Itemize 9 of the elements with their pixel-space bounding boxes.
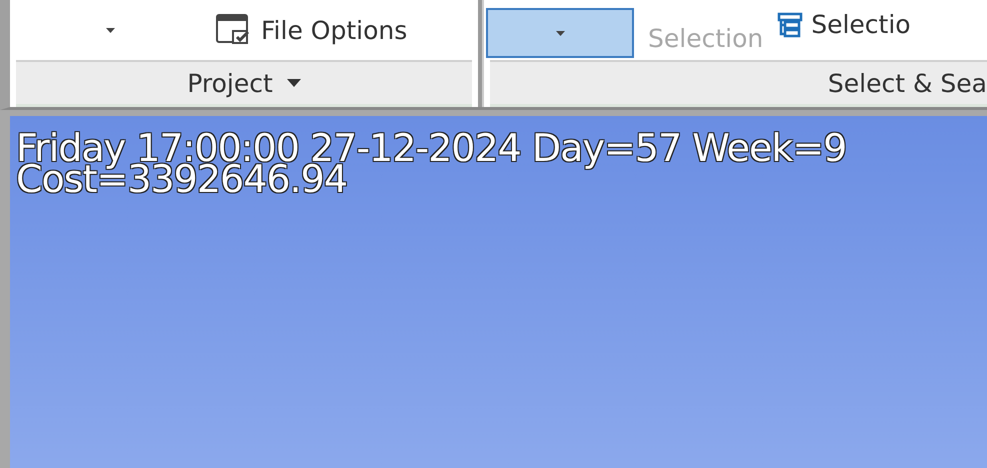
hierarchy-icon xyxy=(777,12,804,38)
group-label[interactable]: Select & Sea xyxy=(828,68,987,98)
caret-icon xyxy=(556,30,564,36)
ribbon-button[interactable]: File Options xyxy=(215,13,408,47)
dropdown-button[interactable] xyxy=(486,8,634,58)
caret-icon xyxy=(106,28,114,32)
caret-icon xyxy=(286,79,301,87)
ribbon-button[interactable]: Selectio xyxy=(777,10,911,39)
group-label[interactable]: Project xyxy=(187,68,301,98)
